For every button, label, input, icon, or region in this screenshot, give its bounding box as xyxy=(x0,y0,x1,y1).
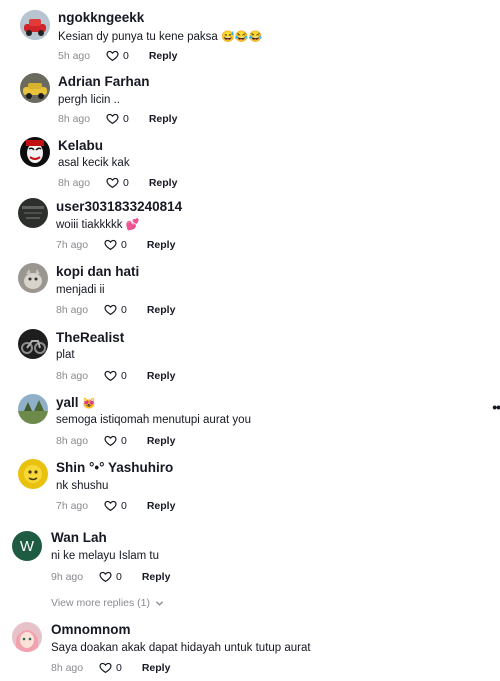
like-button[interactable] xyxy=(104,499,121,512)
like-button[interactable] xyxy=(104,303,121,316)
view-more-replies-button[interactable]: View more replies (1) xyxy=(51,597,164,609)
avatar[interactable] xyxy=(18,394,48,424)
like-button[interactable] xyxy=(104,369,121,382)
like-count: 0 xyxy=(121,434,127,447)
avatar[interactable] xyxy=(18,263,48,293)
like-button[interactable] xyxy=(106,176,123,189)
avatar[interactable] xyxy=(20,10,50,40)
reply-button[interactable]: Reply xyxy=(149,113,178,125)
reply-button[interactable]: Reply xyxy=(147,500,176,512)
avatar[interactable] xyxy=(18,329,48,359)
like-button[interactable] xyxy=(99,570,116,583)
like-count: 0 xyxy=(121,303,127,316)
username[interactable]: Omnomnom xyxy=(51,622,131,637)
reply-button[interactable]: Reply xyxy=(142,571,171,583)
like-count: 0 xyxy=(121,238,127,251)
avatar[interactable]: W xyxy=(12,531,42,561)
comment-text: pergh licin .. xyxy=(58,94,121,106)
heart-icon xyxy=(104,370,117,382)
avatar-letter: W xyxy=(19,537,35,555)
like-button[interactable] xyxy=(104,238,121,251)
like-count: 0 xyxy=(123,176,129,189)
comment-meta: 5h ago 0 Reply xyxy=(58,49,177,62)
avatar[interactable] xyxy=(20,137,50,167)
comment-text: Kesian dy punya tu kene paksa 😅😂😂 xyxy=(58,31,263,43)
timestamp: 8h ago xyxy=(56,369,89,382)
reply-button[interactable]: Reply xyxy=(147,370,176,382)
avatar[interactable] xyxy=(18,459,48,489)
timestamp: 8h ago xyxy=(56,434,89,447)
comment-meta: 9h ago 0 Reply xyxy=(51,570,170,583)
like-count: 0 xyxy=(123,49,129,62)
reply-button[interactable]: Reply xyxy=(149,177,178,189)
avatar[interactable] xyxy=(18,198,48,228)
comment-text: plat xyxy=(56,349,75,361)
emoji: 😻 xyxy=(82,398,96,410)
like-button[interactable] xyxy=(99,661,116,674)
comment-text: woiii tiakkkkk 💕 xyxy=(56,219,140,231)
comment-meta: 8h ago 0 Reply xyxy=(58,112,177,125)
timestamp: 9h ago xyxy=(51,570,84,583)
heart-icon xyxy=(99,571,112,583)
username[interactable]: Adrian Farhan xyxy=(58,74,150,89)
username[interactable]: ngokkngeekk xyxy=(58,10,144,25)
heart-icon xyxy=(106,113,119,125)
username[interactable]: Shin °•° Yashuhiro xyxy=(56,460,173,475)
comment-meta: 7h ago 0 Reply xyxy=(56,238,175,251)
like-button[interactable] xyxy=(106,49,123,62)
comment-meta: 8h ago 0 Reply xyxy=(51,661,170,674)
username[interactable]: Wan Lah xyxy=(51,530,107,545)
comment-text: ni ke melayu Islam tu xyxy=(51,550,160,562)
comment-text: menjadi ii xyxy=(56,284,105,296)
like-count: 0 xyxy=(121,499,127,512)
like-count: 0 xyxy=(116,570,122,583)
heart-icon xyxy=(99,662,112,674)
username[interactable]: kopi dan hati xyxy=(56,264,139,279)
reply-button[interactable]: Reply xyxy=(147,239,176,251)
username[interactable]: yall 😻 xyxy=(56,395,96,410)
like-count: 0 xyxy=(116,661,122,674)
avatar[interactable] xyxy=(20,73,50,103)
more-options-icon[interactable]: •• xyxy=(492,399,500,415)
comment-text: semoga istiqomah menutupi aurat you xyxy=(56,414,251,426)
comment-meta: 8h ago 0 Reply xyxy=(56,303,175,316)
heart-icon xyxy=(104,435,117,447)
timestamp: 7h ago xyxy=(56,238,89,251)
timestamp: 8h ago xyxy=(58,112,91,125)
like-button[interactable] xyxy=(106,112,123,125)
timestamp: 7h ago xyxy=(56,499,89,512)
like-button[interactable] xyxy=(104,434,121,447)
comment-meta: 7h ago 0 Reply xyxy=(56,499,175,512)
comment-text: asal kecik kak xyxy=(58,157,130,169)
username[interactable]: Kelabu xyxy=(58,138,103,153)
comment-text: Saya doakan akak dapat hidayah untuk tut… xyxy=(51,642,311,654)
heart-icon xyxy=(104,304,117,316)
heart-icon xyxy=(106,177,119,189)
chevron-down-icon xyxy=(155,600,164,606)
username[interactable]: TheRealist xyxy=(56,330,124,345)
timestamp: 8h ago xyxy=(56,303,89,316)
timestamp: 5h ago xyxy=(58,49,91,62)
reply-button[interactable]: Reply xyxy=(149,50,178,62)
comment-meta: 8h ago 0 Reply xyxy=(56,434,175,447)
comment-meta: 8h ago 0 Reply xyxy=(58,176,177,189)
view-more-replies-label: View more replies (1) xyxy=(51,597,151,609)
username[interactable]: user3031833240814 xyxy=(56,199,182,214)
timestamp: 8h ago xyxy=(51,661,84,674)
reply-button[interactable]: Reply xyxy=(142,662,171,674)
like-count: 0 xyxy=(123,112,129,125)
comment-meta: 8h ago 0 Reply xyxy=(56,369,175,382)
heart-icon xyxy=(106,50,119,62)
reply-button[interactable]: Reply xyxy=(147,304,176,316)
emoji: 💕 xyxy=(125,219,140,231)
emoji: 😅😂😂 xyxy=(221,31,263,43)
avatar[interactable] xyxy=(12,622,42,652)
timestamp: 8h ago xyxy=(58,176,91,189)
reply-button[interactable]: Reply xyxy=(147,435,176,447)
heart-icon xyxy=(104,500,117,512)
heart-icon xyxy=(104,239,117,251)
like-count: 0 xyxy=(121,369,127,382)
comment-text: nk shushu xyxy=(56,480,109,492)
